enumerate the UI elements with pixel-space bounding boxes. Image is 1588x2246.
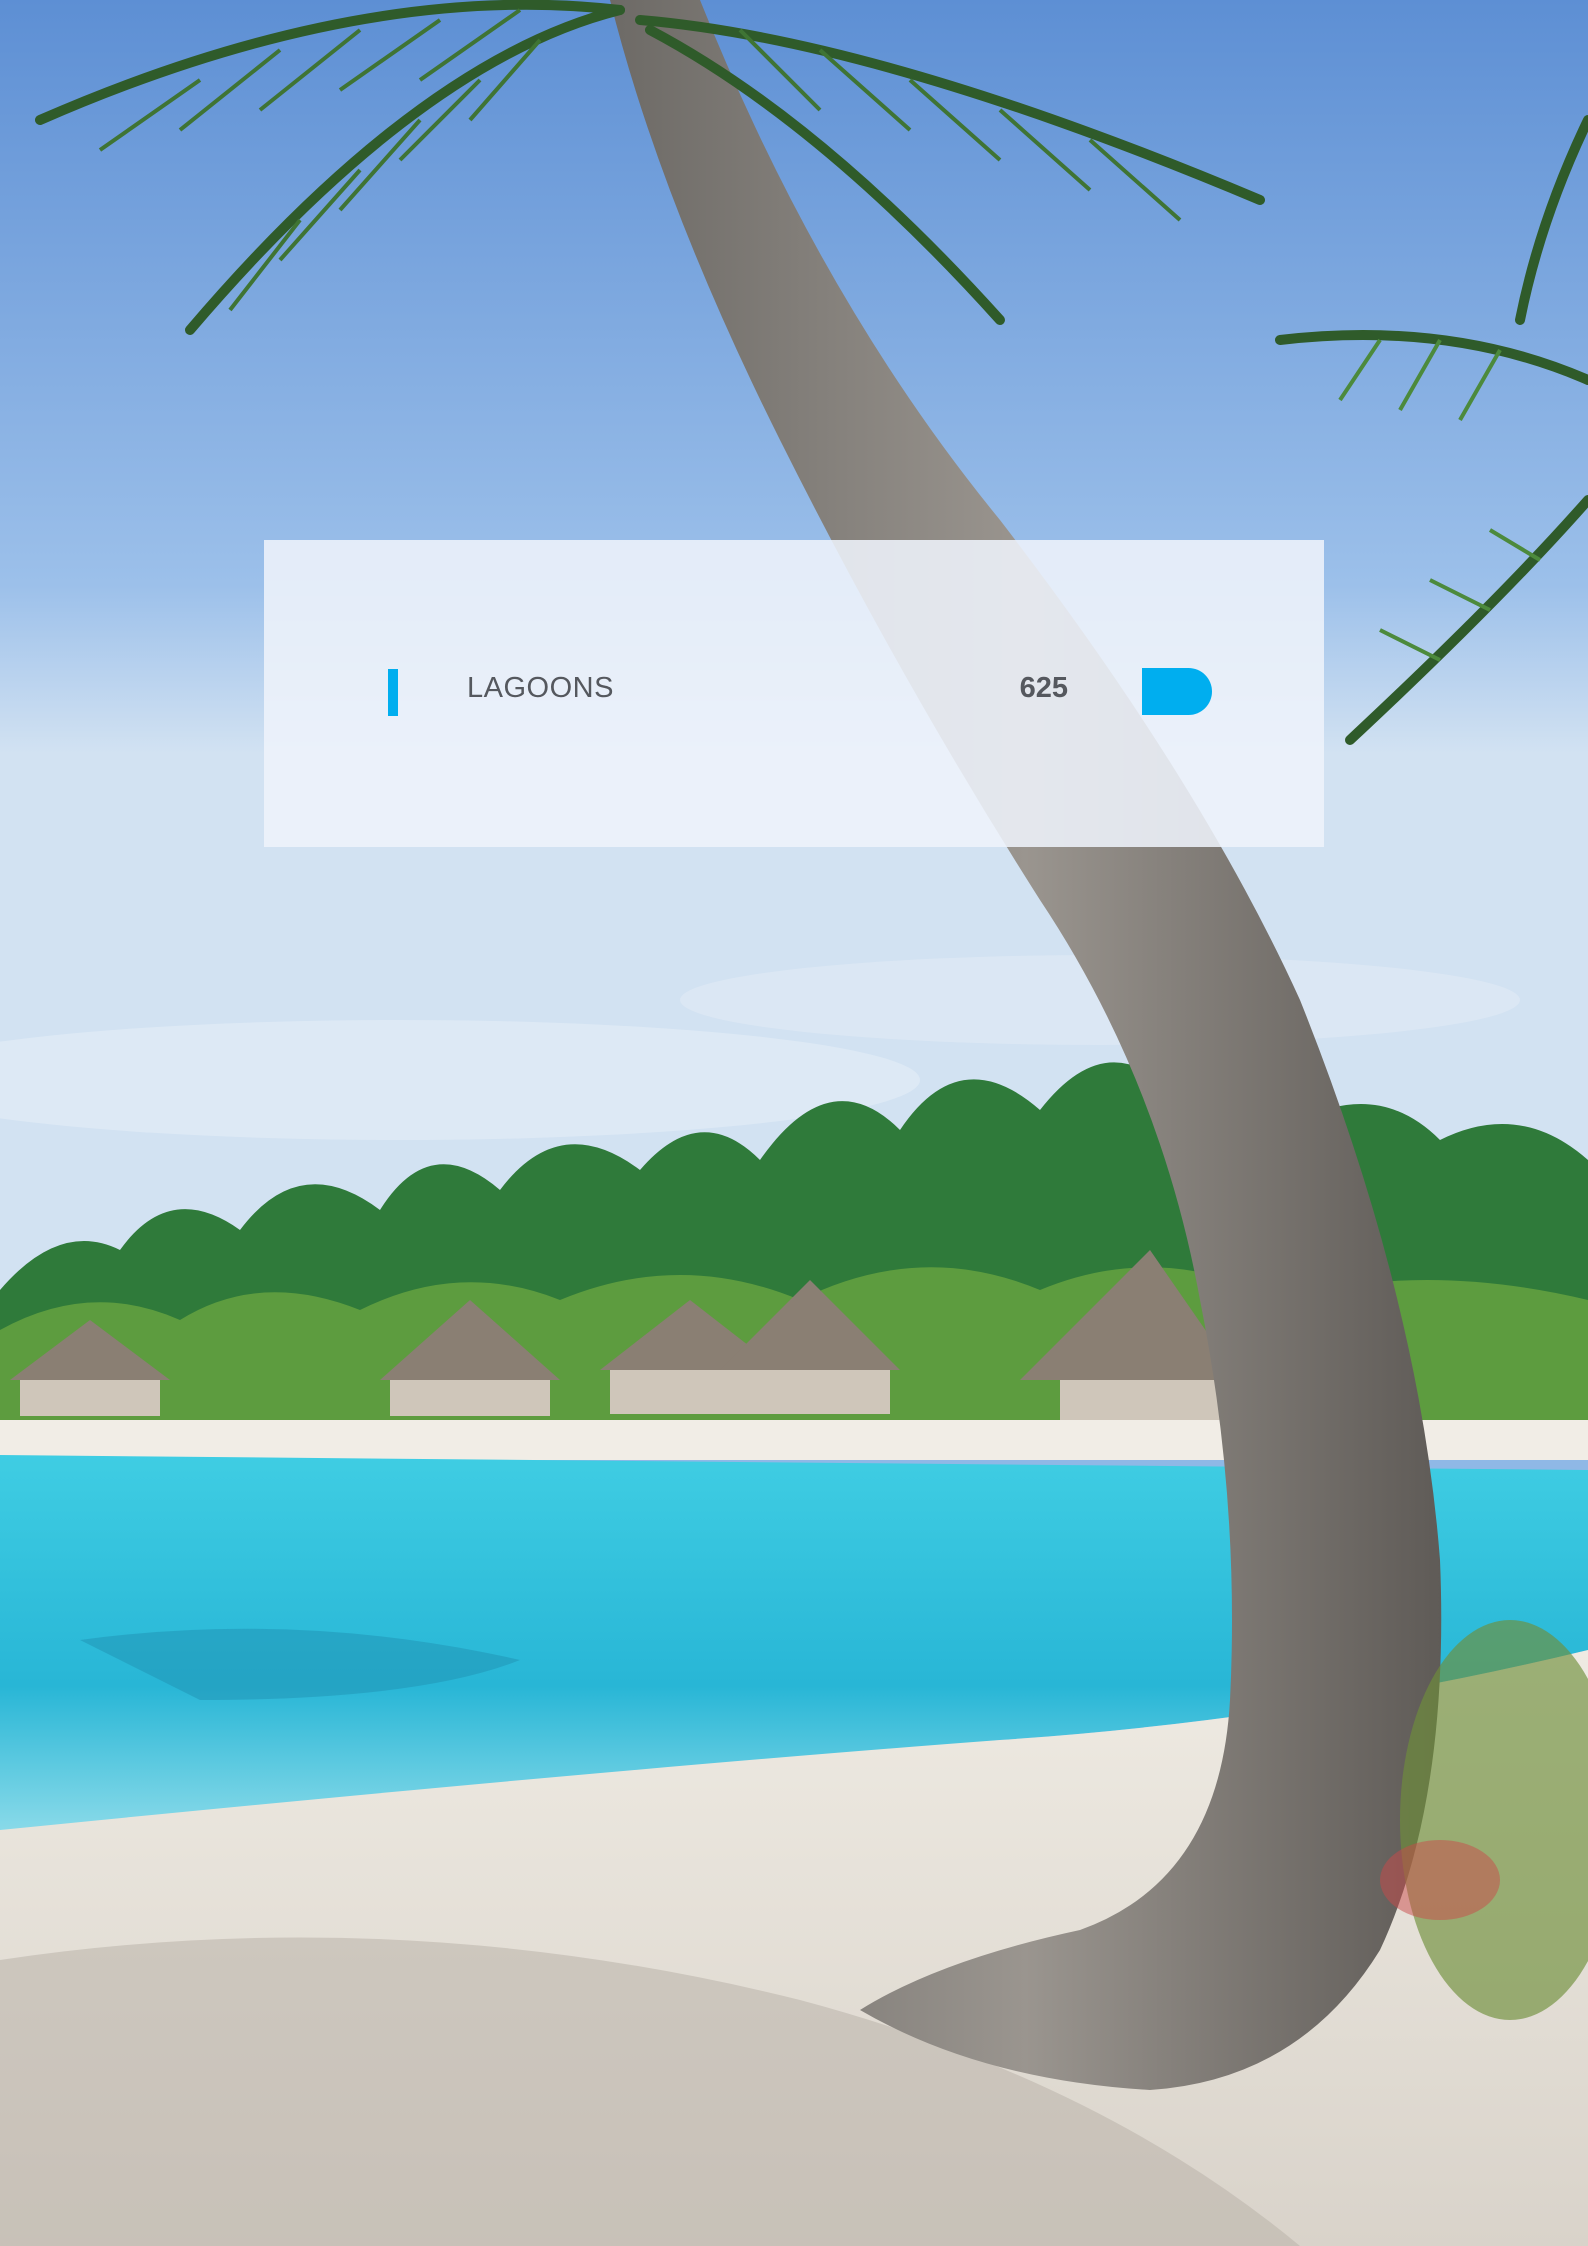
section-label: LAGOONS [467, 672, 614, 704]
section-title-card: LAGOONS 625 [264, 540, 1324, 847]
section-tab-right [1142, 668, 1212, 715]
document-page: LAGOONS 625 [0, 0, 1588, 2246]
lagoon-photo [0, 0, 1588, 2246]
section-marker-left [388, 669, 398, 716]
page-number: 625 [1019, 672, 1068, 704]
